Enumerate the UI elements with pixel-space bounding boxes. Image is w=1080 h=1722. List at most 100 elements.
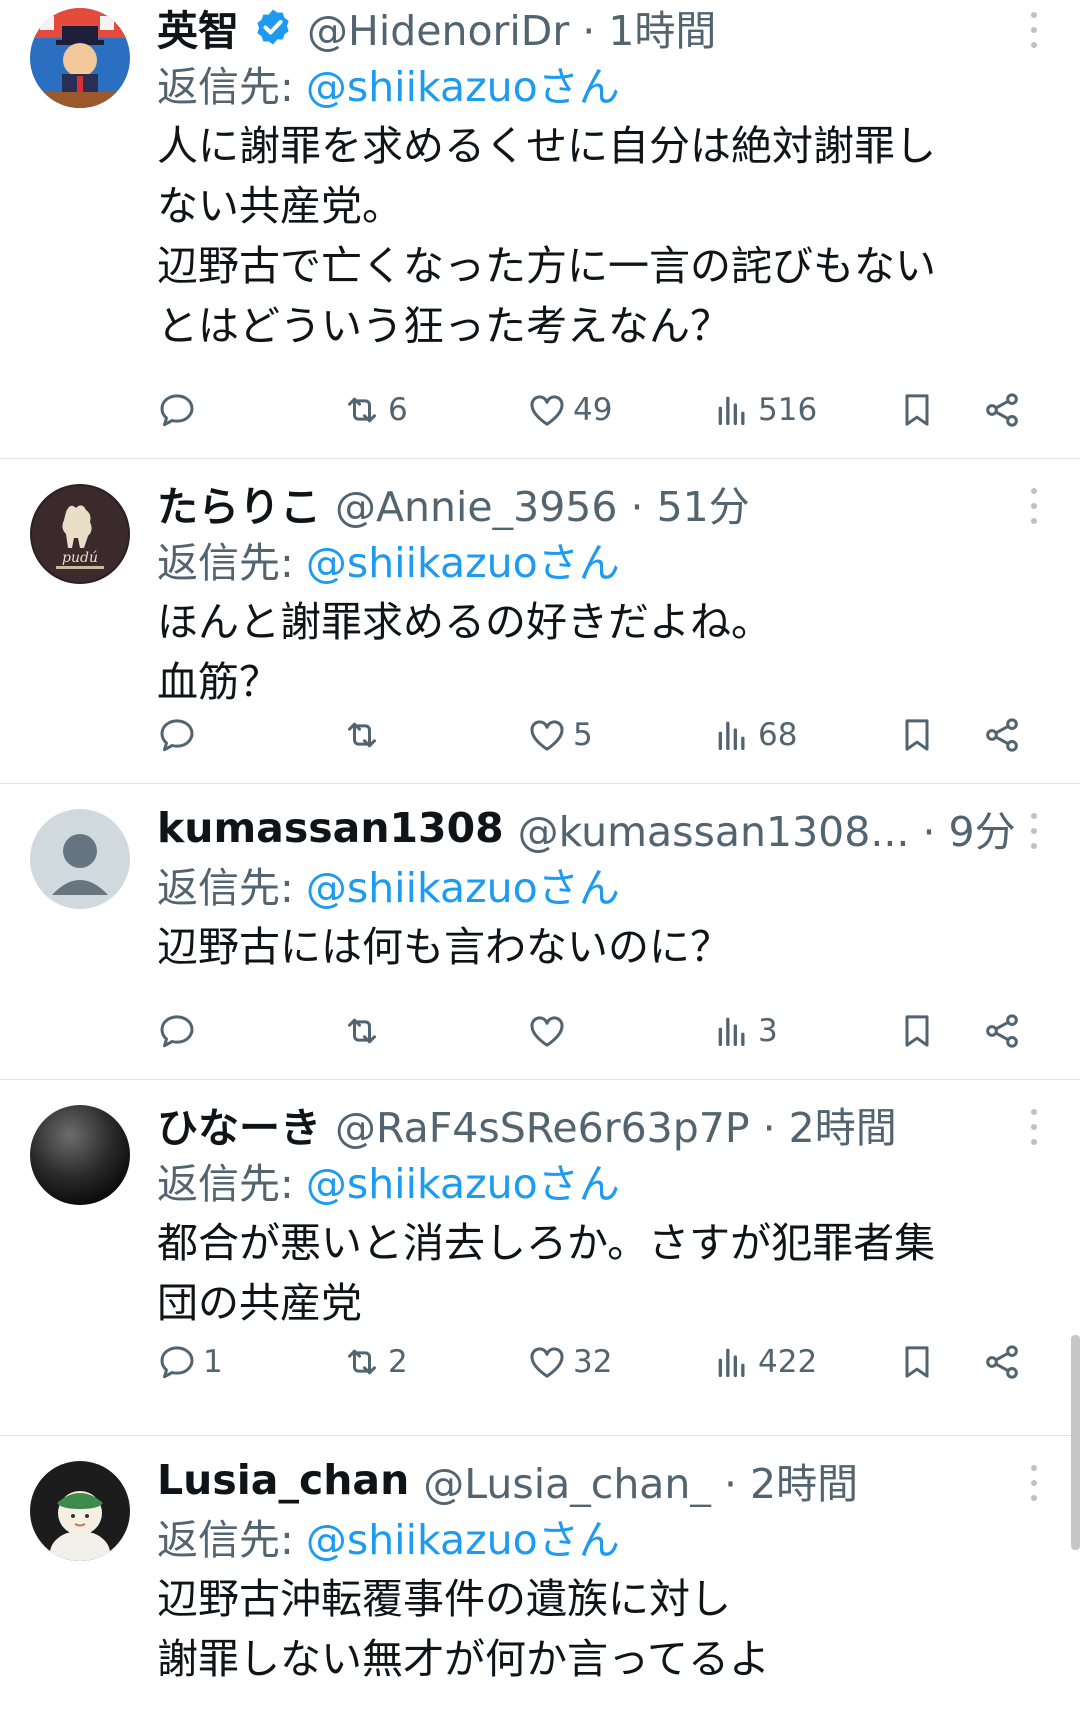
like-button[interactable]: 32: [527, 1337, 612, 1387]
views-button[interactable]: 516: [712, 385, 817, 435]
bookmark-icon: [905, 719, 929, 751]
retweet-count: 6: [388, 392, 408, 428]
share-icon: [986, 1014, 1018, 1048]
replying-to-label: 返信先:: [157, 63, 294, 111]
display-name[interactable]: たらりこ: [157, 476, 321, 530]
replying-to-handle[interactable]: @shiikazuoさん: [306, 53, 620, 113]
action-bar: 5 68: [157, 710, 1037, 760]
tweet-header: ひなーき @RaF4sSRe6r63p7P · 2時間: [157, 1097, 1040, 1151]
reply-count: 1: [203, 1344, 223, 1380]
views-button[interactable]: 3: [712, 1006, 778, 1056]
avatar[interactable]: [30, 1105, 130, 1205]
reply-tweet[interactable]: 英智 @HidenoriDr · 1時間 返信先: @shiikazuoさん 人…: [0, 0, 1080, 459]
like-count: 32: [573, 1344, 613, 1380]
share-button[interactable]: [982, 385, 1022, 435]
views-chart-icon: [718, 721, 745, 750]
replying-to-label: 返信先:: [157, 1516, 294, 1564]
like-button[interactable]: 49: [527, 385, 612, 435]
reply-button[interactable]: 1: [157, 1337, 223, 1387]
avatar[interactable]: [30, 8, 130, 108]
replying-to-handle[interactable]: @shiikazuoさん: [306, 529, 620, 589]
replying-to: 返信先: @shiikazuoさん: [157, 855, 1040, 913]
reply-button[interactable]: [157, 710, 203, 760]
handle-and-time[interactable]: @HidenoriDr · 1時間: [307, 0, 716, 54]
reply-button[interactable]: [157, 385, 203, 435]
views-chart-icon: [718, 396, 745, 425]
display-name[interactable]: Lusia_chan: [157, 1456, 409, 1504]
handle-and-time[interactable]: @kumassan1308... · 9分: [518, 801, 1016, 855]
share-button[interactable]: [982, 1006, 1022, 1056]
bookmark-button[interactable]: [897, 385, 937, 435]
heart-icon: [530, 1016, 564, 1047]
like-count: 5: [573, 717, 593, 753]
avatar[interactable]: [30, 809, 130, 909]
reply-icon: [160, 394, 194, 427]
retweet-button[interactable]: 6: [342, 385, 408, 435]
tweet-text: 人に謝罪を求めるくせに自分は絶対謝罪し ない共産党。 辺野古で亡くなった方に一言…: [157, 116, 1040, 356]
bookmark-button[interactable]: [897, 1006, 937, 1056]
display-name[interactable]: kumassan1308: [157, 804, 504, 852]
replying-to-label: 返信先:: [157, 864, 294, 912]
retweet-button[interactable]: [342, 1006, 388, 1056]
reply-tweet[interactable]: kumassan1308 @kumassan1308... · 9分 返信先: …: [0, 784, 1080, 1080]
replying-to: 返信先: @shiikazuoさん: [157, 54, 1040, 112]
tweet-text: 辺野古には何も言わないのに？: [157, 917, 1040, 977]
views-count: 68: [758, 717, 798, 753]
retweet-button[interactable]: [342, 710, 388, 760]
views-chart-icon: [718, 1017, 745, 1046]
reply-tweet[interactable]: ひなーき @RaF4sSRe6r63p7P · 2時間 返信先: @shiika…: [0, 1080, 1080, 1436]
tweet-text: ほんと謝罪求めるの好きだよね。 血筋？: [157, 592, 1040, 712]
bookmark-button[interactable]: [897, 710, 937, 760]
handle-and-time[interactable]: @Lusia_chan_ · 2時間: [423, 1453, 858, 1507]
like-button[interactable]: 5: [527, 710, 593, 760]
reply-button[interactable]: [157, 1006, 203, 1056]
tweet-text-line: 人に謝罪を求めるくせに自分は絶対謝罪し: [157, 122, 936, 170]
display-name[interactable]: ひなーき: [157, 1097, 321, 1151]
replying-to-label: 返信先:: [157, 539, 294, 587]
views-button[interactable]: 422: [712, 1337, 817, 1387]
retweet-icon: [348, 1018, 376, 1044]
action-bar: 1 2 32 422: [157, 1337, 1037, 1387]
action-bar: 3: [157, 1006, 1037, 1056]
heart-icon: [530, 720, 564, 751]
display-name[interactable]: 英智: [157, 0, 239, 54]
retweet-icon: [348, 1349, 376, 1375]
retweet-icon: [348, 397, 376, 423]
handle-and-time[interactable]: @RaF4sSRe6r63p7P · 2時間: [335, 1097, 897, 1151]
retweet-icon: [348, 722, 376, 748]
tweet-text: 都合が悪いと消去しろか。さすが犯罪者集 団の共産党: [157, 1213, 1040, 1333]
retweet-button[interactable]: 2: [342, 1337, 408, 1387]
replying-to: 返信先: @shiikazuoさん: [157, 1151, 1040, 1209]
handle-and-time[interactable]: @Annie_3956 · 51分: [335, 476, 750, 530]
views-button[interactable]: 68: [712, 710, 797, 760]
reply-icon: [160, 1346, 194, 1379]
bookmark-icon: [905, 1015, 929, 1047]
verified-badge-icon: [257, 9, 289, 45]
tweet-text-line: ほんと謝罪求めるの好きだよね。: [157, 598, 772, 646]
bookmark-button[interactable]: [897, 1337, 937, 1387]
share-button[interactable]: [982, 710, 1022, 760]
share-button[interactable]: [982, 1337, 1022, 1387]
tweet-text-line: 血筋？: [157, 658, 280, 706]
share-icon: [986, 718, 1018, 752]
svg-text:pudú: pudú: [62, 550, 98, 566]
replying-to-label: 返信先:: [157, 1160, 294, 1208]
tweet-text-line: 謝罪しない無才が何か言ってるよ: [157, 1635, 770, 1683]
reply-icon: [160, 1015, 194, 1048]
like-button[interactable]: [527, 1006, 573, 1056]
views-chart-icon: [718, 1348, 745, 1377]
replying-to-handle[interactable]: @shiikazuoさん: [306, 854, 620, 914]
replying-to-handle[interactable]: @shiikazuoさん: [306, 1150, 620, 1210]
reply-feed: 英智 @HidenoriDr · 1時間 返信先: @shiikazuoさん 人…: [0, 0, 1080, 1722]
action-bar: 6 49 516: [157, 385, 1037, 435]
views-count: 3: [758, 1013, 778, 1049]
reply-tweet[interactable]: Lusia_chan @Lusia_chan_ · 2時間 返信先: @shii…: [0, 1436, 1080, 1722]
scrollbar-thumb[interactable]: [1071, 1335, 1080, 1550]
reply-tweet[interactable]: pudú たらりこ @Annie_3956 · 51分 返信先: @shiika…: [0, 459, 1080, 784]
tweet-text-line: ない共産党。: [157, 182, 403, 230]
avatar[interactable]: [30, 1461, 130, 1561]
replying-to-handle[interactable]: @shiikazuoさん: [306, 1506, 620, 1566]
avatar[interactable]: pudú: [30, 484, 130, 584]
replying-to: 返信先: @shiikazuoさん: [157, 530, 1040, 588]
views-count: 516: [758, 392, 818, 428]
